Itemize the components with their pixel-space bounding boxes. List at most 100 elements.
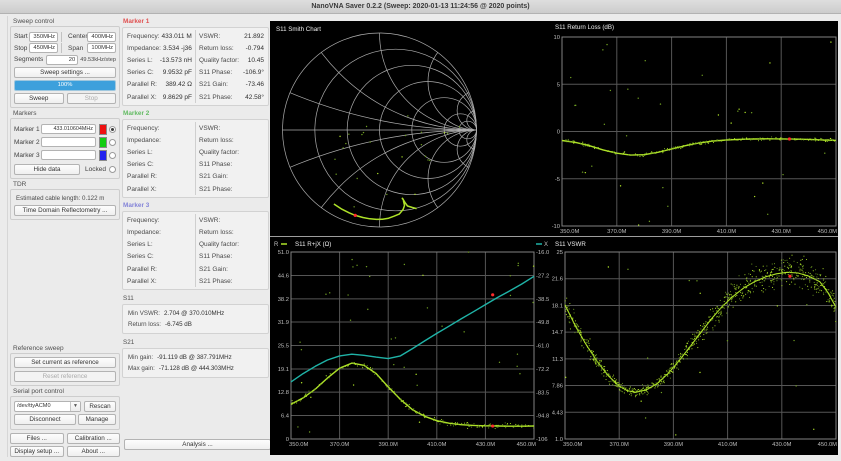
svg-text:-49.8: -49.8 <box>536 320 549 326</box>
marker-2-input[interactable] <box>41 137 96 147</box>
marker-field-row: Frequency: <box>127 214 192 226</box>
analysis-button[interactable]: Analysis ... <box>124 439 271 450</box>
serial-port-group: /dev/ttyACM0 ▼ Rescan Disconnect Manage <box>10 396 120 431</box>
display-setup-button[interactable]: Display setup ... <box>10 446 64 457</box>
start-label: Start <box>14 33 29 40</box>
marker-field-row: S11 Phase:-106.9° <box>199 67 264 79</box>
marker-field-row: Quality factor:10.45 <box>199 54 264 66</box>
svg-text:0: 0 <box>557 130 560 136</box>
svg-text:-38.5: -38.5 <box>536 297 549 303</box>
svg-text:450.0M: 450.0M <box>818 442 838 448</box>
marker-field-row: Series C: <box>127 159 192 171</box>
stop-label: Stop <box>14 45 29 52</box>
disconnect-button[interactable]: Disconnect <box>14 414 76 425</box>
marker-1-color-swatch[interactable] <box>99 124 107 135</box>
chevron-down-icon[interactable]: ▼ <box>70 402 80 411</box>
sweep-progress-bar: 100% <box>14 80 116 91</box>
marker-field-row: VSWR: <box>199 122 264 134</box>
marker-2-row: Marker 2 <box>14 137 116 148</box>
marker-field-row: Series L:-13.573 nH <box>127 54 192 66</box>
sweep-control-group: Start Center Stop Span Segments 49.53kHz… <box>10 26 120 108</box>
marker-3-panel: Frequency:Impedance:Series L:Series C:Pa… <box>122 211 269 290</box>
markers-title: Markers <box>13 110 120 117</box>
svg-text:11.3: 11.3 <box>552 357 563 363</box>
set-reference-button[interactable]: Set current as reference <box>14 357 116 368</box>
chart-splitter[interactable] <box>270 236 838 237</box>
s11-min-vswr-label: Min VSWR: <box>128 310 160 317</box>
svg-text:6.4: 6.4 <box>281 414 290 420</box>
sweep-button[interactable]: Sweep <box>14 93 64 104</box>
svg-text:-61.0: -61.0 <box>536 344 549 350</box>
s11-return-loss-chart[interactable]: 350.0M370.0M390.0M410.0M430.0M450.0M1050… <box>552 21 838 236</box>
marker-2-radio[interactable] <box>109 139 116 146</box>
marker-3-input[interactable] <box>41 150 96 160</box>
marker-1-panel: Frequency:433.011 MHzImpedance:3.534 -j3… <box>122 27 269 106</box>
start-input[interactable] <box>29 32 58 42</box>
svg-text:38.2: 38.2 <box>278 297 289 303</box>
marker-1-input[interactable] <box>41 124 96 134</box>
step-info: 49.53kHz/step <box>78 57 116 63</box>
s21-min-gain-value: -91.119 dB @ 387.791MHz <box>157 354 232 361</box>
marker-1-radio[interactable] <box>109 126 116 133</box>
hide-data-button[interactable]: Hide data <box>14 164 80 175</box>
s11-smith-chart[interactable]: S11 Smith Chart <box>272 22 487 237</box>
marker-field-row: Parallel R:389.42 Ω <box>127 79 192 91</box>
marker-data-column: Marker 1 Frequency:433.011 MHzImpedance:… <box>122 14 269 457</box>
svg-text:S11 Smith Chart: S11 Smith Chart <box>276 26 321 33</box>
center-label: Center <box>68 33 87 40</box>
locked-checkbox[interactable] <box>109 166 116 173</box>
stop-input[interactable] <box>29 43 58 53</box>
marker-field-row: Parallel R: <box>127 171 192 183</box>
svg-text:390.0M: 390.0M <box>379 442 399 448</box>
svg-text:350.0M: 350.0M <box>289 442 309 448</box>
svg-text:390.0M: 390.0M <box>664 442 684 448</box>
svg-text:7.86: 7.86 <box>552 384 563 390</box>
svg-text:410.0M: 410.0M <box>717 229 737 235</box>
files-button[interactable]: Files ... <box>10 433 64 444</box>
stop-button[interactable]: Stop <box>67 93 117 104</box>
rescan-button[interactable]: Rescan <box>84 401 116 412</box>
marker-3-label: Marker 3 <box>14 152 41 159</box>
marker-field-row: S21 Phase: <box>199 183 264 195</box>
svg-text:X: X <box>544 242 548 248</box>
s11-vswr-chart[interactable]: 350.0M370.0M390.0M410.0M430.0M450.0M2521… <box>552 238 838 455</box>
span-input[interactable] <box>87 43 116 53</box>
marker-3-color-swatch[interactable] <box>99 150 107 161</box>
svg-text:10: 10 <box>554 35 560 41</box>
marker-field-row: Series L: <box>127 147 192 159</box>
s11-rjx-chart[interactable]: 350.0M370.0M390.0M410.0M430.0M450.0M51.0… <box>270 238 552 455</box>
sweep-settings-button[interactable]: Sweep settings ... <box>14 67 116 78</box>
marker-field-row: Series C:9.9532 pF <box>127 67 192 79</box>
divider <box>195 214 196 287</box>
about-button[interactable]: About ... <box>67 446 121 457</box>
center-input[interactable] <box>87 32 116 42</box>
reset-reference-button[interactable]: Reset reference <box>14 371 116 382</box>
marker-field-row: Parallel X: <box>127 275 192 287</box>
svg-text:430.0M: 430.0M <box>772 442 792 448</box>
marker-field-row: S21 Gain: <box>199 171 264 183</box>
marker-field-row: Parallel R: <box>127 263 192 275</box>
marker-3-radio[interactable] <box>109 152 116 159</box>
s11-info-panel: Min VSWR:2.704 @ 370.010MHz Return loss:… <box>122 304 269 334</box>
svg-text:410.0M: 410.0M <box>718 442 738 448</box>
svg-text:370.0M: 370.0M <box>607 229 627 235</box>
marker-2-color-swatch[interactable] <box>99 137 107 148</box>
titlebar[interactable]: NanoVNA Saver 0.2.2 (Sweep: 2020-01-13 1… <box>0 0 841 14</box>
s11-return-loss-value: -6.745 dB <box>165 321 192 328</box>
svg-text:4.43: 4.43 <box>552 410 563 416</box>
manage-button[interactable]: Manage <box>78 414 116 425</box>
marker-3-panel-title: Marker 3 <box>123 202 269 209</box>
marker-field-row: Series L: <box>127 239 192 251</box>
marker-field-row: VSWR:21.892 <box>199 30 264 42</box>
marker-2-panel-title: Marker 2 <box>123 110 269 117</box>
svg-text:14.7: 14.7 <box>552 330 563 336</box>
marker-field-row: S11 Phase: <box>199 159 264 171</box>
marker-1-label: Marker 1 <box>14 126 41 133</box>
tdr-button[interactable]: Time Domain Reflectometry ... <box>14 205 116 216</box>
marker-field-row: Series C: <box>127 251 192 263</box>
segments-input[interactable] <box>46 55 78 65</box>
svg-text:-72.2: -72.2 <box>536 367 549 373</box>
svg-text:31.9: 31.9 <box>278 320 289 326</box>
serial-port-select[interactable]: /dev/ttyACM0 ▼ <box>14 401 81 412</box>
calibration-button[interactable]: Calibration ... <box>67 433 121 444</box>
